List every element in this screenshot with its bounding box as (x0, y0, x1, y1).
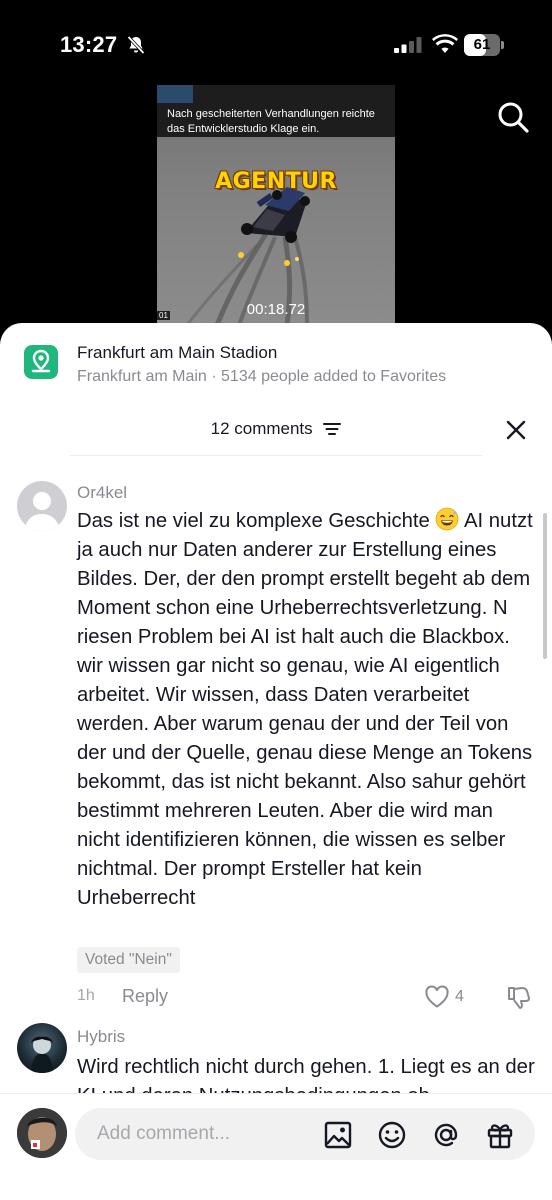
comments-sheet: Frankfurt am Main Stadion Frankfurt am M… (0, 323, 552, 1200)
wifi-icon (432, 34, 458, 53)
video-caption: Nach gescheiterten Verhandlungen reichte… (167, 108, 375, 135)
comment-username[interactable]: Or4kel (77, 483, 127, 503)
emoji-icon[interactable] (377, 1120, 407, 1150)
gift-icon[interactable] (485, 1120, 515, 1150)
place-name[interactable]: Frankfurt am Main Stadion (77, 343, 277, 363)
location-pin-icon[interactable] (24, 345, 58, 379)
scrollbar[interactable] (543, 513, 547, 659)
video-thumbnail[interactable]: Nach gescheiterten Verhandlungen reichte… (157, 85, 395, 325)
comment-text: Das ist ne viel zu komplexe Geschichte A… (77, 507, 537, 913)
comment-input-bar: Add comment... (0, 1093, 552, 1200)
comment-text-part: AI nutzt ja auch nur Daten anderer zur E… (77, 510, 533, 909)
comment-time: 1h (77, 987, 95, 1004)
status-bar: 13:27 61 (0, 0, 552, 84)
avatar[interactable] (17, 1108, 67, 1158)
close-icon[interactable] (505, 419, 527, 441)
comments-count: 12 comments (210, 418, 313, 438)
grinning-sweat-emoji-icon (436, 507, 459, 531)
vote-badge: Voted "Nein" (77, 947, 180, 973)
avatar[interactable] (17, 1023, 67, 1073)
race-car-scene (185, 187, 310, 325)
comments-header: 12 comments (0, 418, 552, 448)
search-icon[interactable] (496, 100, 530, 134)
bell-muted-icon (127, 35, 145, 55)
status-time: 13:27 (60, 32, 118, 57)
video-overlay-title: AGENTUR (215, 169, 337, 194)
comment-input[interactable]: Add comment... (75, 1108, 535, 1160)
video-timer: 00:18.72 (246, 301, 306, 318)
reply-button[interactable]: Reply (122, 986, 168, 1007)
video-corner-label: 01 (157, 311, 170, 320)
comment-text-part: Das ist ne viel zu komplexe Geschichte (77, 510, 436, 532)
header-divider (70, 455, 482, 456)
image-icon[interactable] (323, 1120, 353, 1150)
battery-level: 61 (473, 36, 491, 53)
comment-input-placeholder: Add comment... (97, 1123, 231, 1144)
like-count: 4 (455, 988, 464, 1005)
heart-icon[interactable] (424, 985, 450, 1009)
avatar[interactable] (17, 481, 67, 531)
battery-indicator: 61 (464, 34, 504, 56)
sort-icon[interactable] (323, 422, 342, 436)
thumbs-down-icon[interactable] (506, 984, 532, 1010)
at-icon[interactable] (431, 1120, 461, 1150)
signal-icon (394, 37, 422, 53)
comment-username[interactable]: Hybris (77, 1027, 125, 1047)
place-subtitle: Frankfurt am Main · 5134 people added to… (77, 368, 447, 385)
